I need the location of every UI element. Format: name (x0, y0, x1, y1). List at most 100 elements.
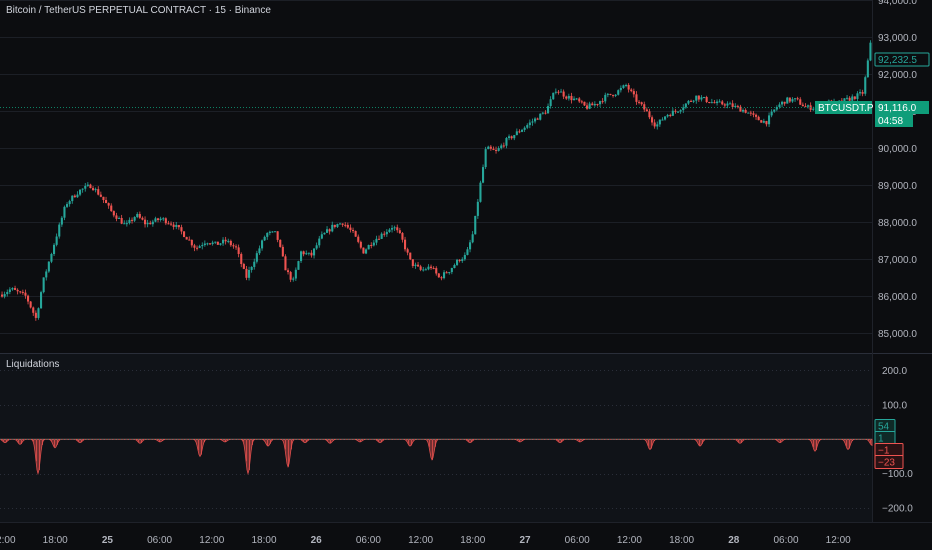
candle-body-down (731, 103, 734, 108)
candle-body-down (92, 188, 95, 191)
candle-body-up (427, 266, 430, 270)
candle-body-down (765, 121, 768, 125)
time-tick-label: 12:00 (826, 535, 851, 546)
candle-body-down (721, 101, 724, 105)
exchange-label: Binance (234, 5, 271, 16)
candle-body-up (214, 241, 217, 243)
candle-body-down (183, 231, 186, 237)
candle-body-down (110, 205, 113, 212)
candle-body-up (497, 148, 500, 151)
short-value-label[interactable]: −23 (874, 455, 904, 469)
candle-body-up (133, 216, 136, 221)
candle-body-up (742, 109, 745, 112)
last-close-label[interactable]: 92,232.5 (874, 52, 930, 67)
indicator-title[interactable]: Liquidations (6, 359, 59, 370)
candle-body-up (146, 222, 149, 225)
candle-body-down (635, 94, 638, 102)
price-tick-label: 93,000.0 (878, 33, 917, 44)
candle-body-down (783, 101, 786, 104)
candle-body-down (209, 243, 212, 245)
candle-body-up (859, 92, 862, 94)
candle-body-down (193, 245, 196, 248)
chart-canvas[interactable]: 85,000.0 86,000.0 87,000.0 88,000.0 89,000.0… (0, 0, 932, 550)
candle-body-down (697, 95, 700, 100)
candle-body-up (450, 268, 453, 273)
candle-body-up (388, 229, 391, 232)
candle-body-down (591, 103, 594, 106)
candle-body-up (658, 119, 661, 125)
candle-body-up (456, 259, 459, 265)
candle-body-up (794, 98, 797, 100)
candle-body-up (747, 112, 750, 114)
candle-body-up (372, 242, 375, 246)
candle-body-up (734, 105, 737, 108)
long-value-label[interactable]: 54 (874, 419, 896, 433)
symbol-title-bar[interactable]: Bitcoin / TetherUS PERPETUAL CONTRACT · … (6, 5, 271, 16)
candle-body-up (53, 244, 56, 254)
candle-body-down (107, 203, 110, 206)
candle-body-down (341, 223, 344, 225)
candle-body-down (177, 224, 180, 228)
candle-body-down (440, 277, 443, 279)
candle-body-down (510, 136, 513, 139)
candle-body-up (222, 239, 225, 244)
candle-body-up (3, 294, 6, 297)
candle-body-up (539, 113, 542, 120)
candle-body-up (471, 234, 474, 243)
candle-body-up (593, 103, 596, 106)
candle-body-down (406, 249, 409, 253)
indicator-tick-label: −200.0 (882, 503, 913, 514)
candle-body-up (201, 245, 204, 247)
candle-body-up (162, 218, 165, 220)
candle-body-down (73, 195, 76, 198)
candle-body-down (557, 91, 560, 93)
chart-stage[interactable]: 85,000.0 86,000.0 87,000.0 88,000.0 89,000.0… (0, 0, 932, 550)
candle-body-down (115, 215, 118, 219)
candle-body-down (796, 98, 799, 100)
time-tick-label: 18:00 (251, 535, 276, 546)
short-value-label-text: −1 (878, 446, 890, 457)
candle-body-up (424, 269, 427, 271)
short-value-label-text: −23 (878, 458, 895, 469)
candle-body-up (684, 103, 687, 108)
candle-body-up (154, 218, 157, 222)
candle-body-up (487, 146, 490, 150)
candle-body-down (224, 239, 227, 242)
symbol-marker-text: BTCUSDT.P (818, 103, 874, 114)
candle-body-down (690, 100, 693, 102)
short-value-label[interactable]: −1 (874, 443, 904, 457)
candle-body-up (45, 271, 48, 278)
candle-body-down (245, 268, 248, 278)
time-tick-label: 06:00 (565, 535, 590, 546)
interval-label[interactable]: 15 (215, 5, 226, 16)
candle-body-down (14, 288, 17, 290)
candle-body-down (736, 105, 739, 107)
candle-body-down (401, 233, 404, 240)
candle-body-up (253, 261, 256, 267)
long-value-label[interactable]: 1 (874, 431, 896, 445)
candle-body-up (682, 107, 685, 111)
candle-body-up (729, 103, 732, 105)
candle-body-down (149, 222, 152, 225)
candle-body-down (643, 104, 646, 110)
candle-body-down (196, 247, 199, 249)
candle-body-up (534, 118, 537, 122)
candle-body-up (268, 231, 271, 233)
candle-body-up (380, 233, 383, 239)
time-tick-label: 12:00 (0, 535, 16, 546)
candle-body-down (489, 146, 492, 149)
candle-body-up (528, 122, 531, 126)
candle-body-down (229, 240, 232, 246)
candle-body-up (773, 109, 776, 112)
candle-body-down (237, 247, 240, 254)
candle-body-up (549, 99, 552, 107)
last-close-label-text: 92,232.5 (878, 55, 917, 66)
candle-body-down (27, 295, 30, 302)
candle-body-down (120, 217, 123, 224)
symbol-title[interactable]: Bitcoin / TetherUS PERPETUAL CONTRACT (6, 5, 206, 16)
price-tick-label: 86,000.0 (878, 292, 917, 303)
candle-body-up (625, 84, 628, 86)
candle-body-down (344, 224, 347, 226)
candle-body-down (279, 239, 282, 247)
candle-body-down (495, 149, 498, 151)
